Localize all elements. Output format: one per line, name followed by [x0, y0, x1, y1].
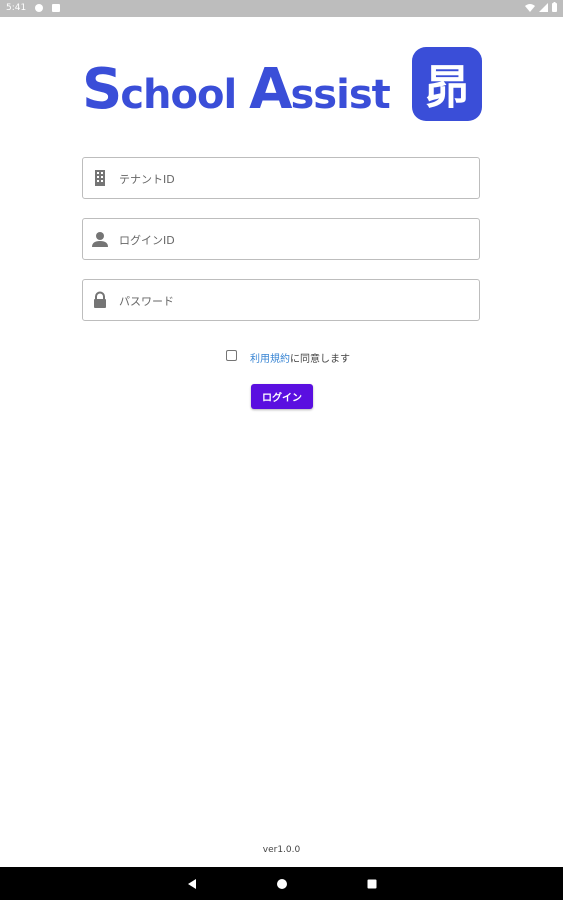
tenant-id-input[interactable]	[117, 158, 471, 200]
building-icon	[95, 170, 105, 186]
home-icon[interactable]	[276, 878, 288, 890]
login-id-field[interactable]	[82, 218, 480, 261]
logo-word-school: chool	[120, 72, 250, 118]
terms-checkbox[interactable]	[226, 350, 237, 361]
battery-icon	[552, 2, 557, 12]
wifi-icon	[525, 3, 535, 12]
logo-initial-s: S	[82, 57, 122, 122]
terms-link[interactable]: 利用規約	[250, 354, 290, 365]
back-icon[interactable]	[186, 878, 198, 890]
recents-icon[interactable]	[366, 878, 378, 890]
navigation-bar	[0, 867, 563, 900]
status-time: 5:41	[6, 3, 27, 13]
login-id-input[interactable]	[117, 219, 471, 261]
notification-f-icon	[35, 4, 43, 12]
lock-icon	[94, 291, 106, 308]
terms-label: に同意します	[290, 354, 350, 365]
notification-card-icon	[52, 4, 60, 12]
logo-badge: 昴	[412, 47, 482, 121]
login-button[interactable]: ログイン	[251, 384, 313, 409]
version-label: ver1.0.0	[262, 845, 301, 855]
logo-wordmark: School Assist	[82, 57, 391, 122]
logo-initial-a: A	[249, 57, 292, 122]
signal-icon	[539, 2, 548, 12]
person-icon	[92, 232, 108, 247]
tenant-id-field[interactable]	[82, 157, 480, 200]
app-logo: School Assist 昴	[82, 47, 482, 122]
logo-word-assist: ssist	[290, 72, 390, 118]
password-input[interactable]	[117, 280, 471, 322]
password-field[interactable]	[82, 279, 480, 322]
terms-text: 利用規約に同意します	[250, 350, 350, 365]
system-icons	[525, 2, 557, 12]
status-bar: 5:41	[0, 0, 563, 17]
